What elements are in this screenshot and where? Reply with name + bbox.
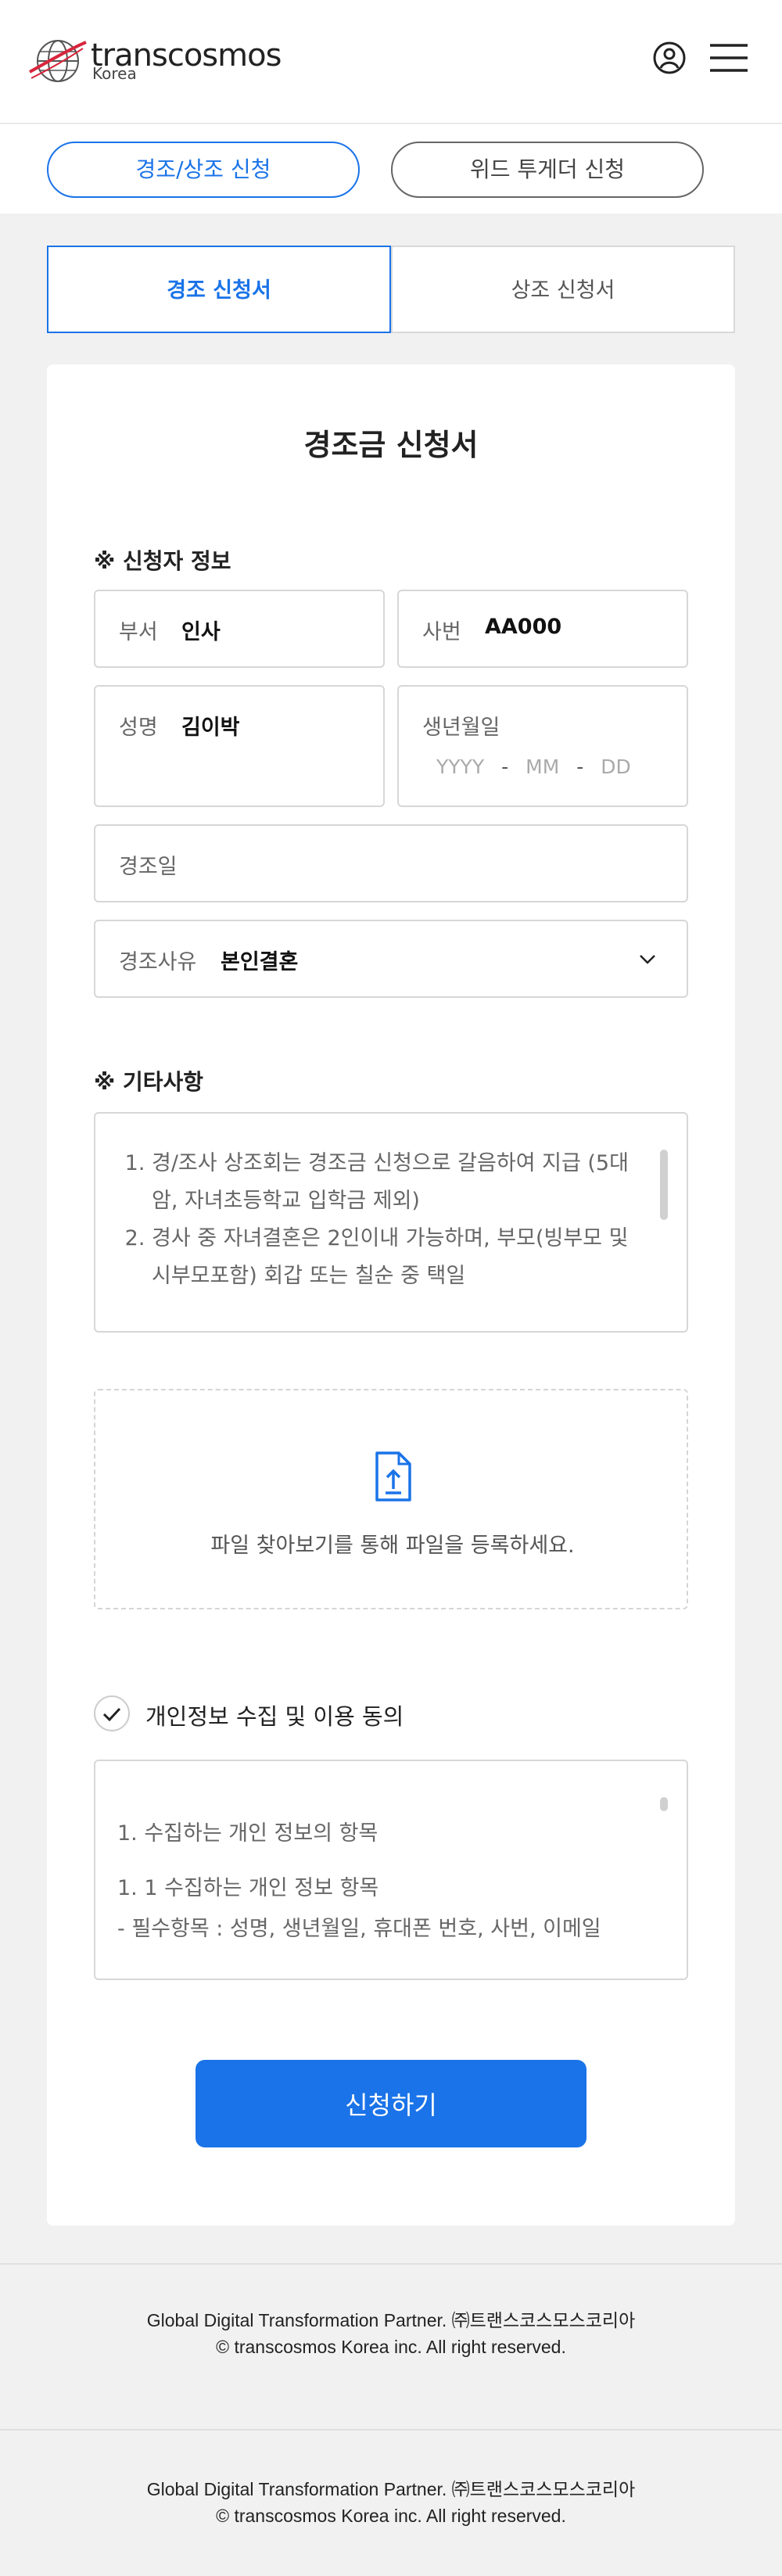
page-title: 경조금 신청서 bbox=[303, 428, 479, 462]
name-label: 성명 bbox=[119, 716, 158, 740]
employee-no-value: AA000 bbox=[485, 615, 562, 639]
reason-value: 본인결혼 bbox=[221, 950, 299, 974]
check-icon bbox=[102, 1707, 121, 1722]
footer-divider bbox=[0, 2429, 782, 2431]
privacy-terms-box[interactable]: 1. 수집하는 개인 정보의 항목 1. 1 수집하는 개인 정보 항목 - 필… bbox=[94, 1760, 688, 1980]
name-value: 김이박 bbox=[181, 716, 240, 740]
birth-day-input[interactable]: DD bbox=[601, 755, 631, 778]
globe-logo-icon bbox=[29, 40, 87, 82]
privacy-consent-label: 개인정보 수집 및 이용 동의 bbox=[145, 1703, 404, 1730]
employee-no-label: 사번 bbox=[422, 620, 461, 644]
footer: Global Digital Transformation Partner. ㈜… bbox=[0, 2307, 782, 2360]
notes-scrollbar[interactable] bbox=[660, 1150, 668, 1220]
hamburger-menu-icon bbox=[710, 44, 748, 72]
applicant-section-label: ※ 신청자 정보 bbox=[94, 548, 231, 574]
department-field[interactable]: 부서 인사 bbox=[94, 590, 385, 668]
birth-date-inputs: YYYY - MM - DD bbox=[436, 755, 631, 778]
list-item: 경/조사 상조회는 경조금 신청으로 갈음하여 지급 (5대암, 자녀초등학교 … bbox=[152, 1145, 637, 1220]
footer-divider bbox=[0, 2263, 782, 2265]
footer-partner-text: Global Digital Transformation Partner. ㈜… bbox=[146, 2479, 636, 2499]
date-separator: - bbox=[501, 755, 509, 778]
birth-date-field[interactable]: 생년월일 YYYY - MM - DD bbox=[397, 685, 688, 807]
user-button[interactable] bbox=[647, 36, 691, 80]
etc-section-label: ※ 기타사항 bbox=[94, 1069, 204, 1095]
footer-copyright: © transcosmos Korea inc. All right reser… bbox=[216, 2506, 566, 2526]
footer-copyright: © transcosmos Korea inc. All right reser… bbox=[216, 2337, 566, 2357]
terms-line: - 필수항목 : 성명, 생년월일, 휴대폰 번호, 사번, 이메일 bbox=[117, 1917, 601, 1941]
date-separator: - bbox=[576, 755, 584, 778]
employee-no-field[interactable]: 사번 AA000 bbox=[397, 590, 688, 668]
sub-tabs: 경조 신청서 상조 신청서 bbox=[47, 246, 735, 333]
chevron-down-icon bbox=[640, 955, 655, 964]
tab-condolence-form[interactable]: 경조 신청서 bbox=[47, 246, 391, 333]
footer-partner-text: Global Digital Transformation Partner. ㈜… bbox=[146, 2310, 636, 2330]
tab-with-together[interactable]: 위드 투게더 신청 bbox=[391, 142, 704, 198]
birth-date-label: 생년월일 bbox=[422, 716, 500, 740]
file-upload-area[interactable]: 파일 찾아보기를 통해 파일을 등록하세요. bbox=[94, 1389, 688, 1609]
name-field[interactable]: 성명 김이박 bbox=[94, 685, 385, 807]
site-header: transcosmos Korea bbox=[0, 0, 782, 124]
reason-label: 경조사유 bbox=[119, 950, 197, 974]
birth-month-input[interactable]: MM bbox=[526, 755, 559, 778]
submit-button[interactable]: 신청하기 bbox=[196, 2060, 586, 2147]
top-tabs: 경조/상조 신청 위드 투게더 신청 bbox=[0, 124, 782, 213]
checkbox-circle[interactable] bbox=[94, 1695, 130, 1731]
user-circle-icon bbox=[653, 41, 686, 74]
notes-box[interactable]: 경/조사 상조회는 경조금 신청으로 갈음하여 지급 (5대암, 자녀초등학교 … bbox=[94, 1112, 688, 1333]
tab-condolence-mutual-aid[interactable]: 경조/상조 신청 bbox=[47, 142, 360, 198]
logo-sub: Korea bbox=[92, 64, 137, 83]
terms-scrollbar[interactable] bbox=[660, 1797, 668, 1811]
reason-select[interactable]: 경조사유 본인결혼 bbox=[94, 920, 688, 998]
event-date-label: 경조일 bbox=[119, 855, 178, 879]
form-card: 경조금 신청서 ※ 신청자 정보 부서 인사 사번 AA000 성명 김이박 생… bbox=[47, 364, 735, 2226]
list-item: 경사 중 자녀결혼은 2인이내 가능하며, 부모(빙부모 및 시부모포함) 회갑… bbox=[152, 1220, 637, 1295]
department-value: 인사 bbox=[181, 620, 221, 644]
logo[interactable]: transcosmos Korea bbox=[28, 34, 282, 89]
notes-list: 경/조사 상조회는 경조금 신청으로 갈음하여 지급 (5대암, 자녀초등학교 … bbox=[128, 1145, 637, 1295]
event-date-field[interactable]: 경조일 bbox=[94, 824, 688, 902]
menu-button[interactable] bbox=[707, 36, 751, 80]
upload-instruction: 파일 찾아보기를 통해 파일을 등록하세요. bbox=[210, 1534, 575, 1558]
footer: Global Digital Transformation Partner. ㈜… bbox=[0, 2476, 782, 2529]
file-upload-icon bbox=[375, 1451, 411, 1501]
terms-line: 1. 수집하는 개인 정보의 항목 bbox=[117, 1821, 378, 1846]
department-label: 부서 bbox=[119, 620, 158, 644]
tab-mutual-aid-form[interactable]: 상조 신청서 bbox=[391, 246, 735, 333]
terms-line: 1. 1 수집하는 개인 정보 항목 bbox=[117, 1876, 379, 1900]
birth-year-input[interactable]: YYYY bbox=[436, 755, 484, 778]
